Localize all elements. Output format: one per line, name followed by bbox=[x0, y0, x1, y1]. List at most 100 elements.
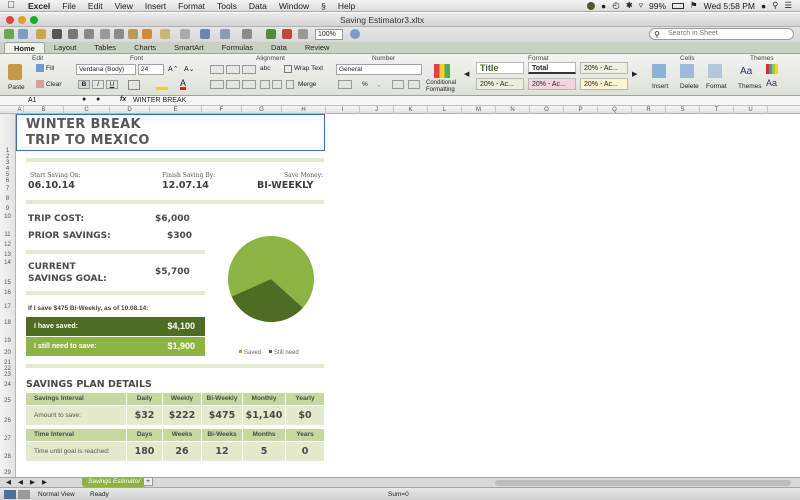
zoom-window-button[interactable] bbox=[30, 16, 38, 24]
row-header[interactable]: 18 bbox=[0, 320, 15, 326]
column-header[interactable]: H bbox=[282, 106, 326, 114]
confirm-formula-icon[interactable]: ● bbox=[96, 96, 100, 103]
outdent-icon[interactable] bbox=[260, 80, 270, 89]
page-layout-view-icon[interactable] bbox=[18, 490, 30, 499]
tab-formulas[interactable]: Formulas bbox=[213, 42, 262, 53]
templates-icon[interactable] bbox=[18, 29, 28, 39]
apple-menu-icon[interactable]:  bbox=[0, 0, 22, 11]
row-header[interactable]: 15 bbox=[0, 280, 15, 286]
align-top-icon[interactable] bbox=[210, 65, 224, 74]
theme-colors-icon[interactable] bbox=[766, 64, 778, 74]
delete-cells-button[interactable]: Delete bbox=[680, 83, 699, 90]
sum-status[interactable]: Sum=0 bbox=[388, 491, 409, 498]
column-header[interactable]: B bbox=[24, 106, 64, 114]
style-accent-2[interactable]: 20% - Ac... bbox=[476, 78, 524, 90]
zoom-select[interactable]: 100% bbox=[315, 29, 343, 40]
fill-button[interactable]: Fill bbox=[46, 65, 54, 72]
currency-icon[interactable] bbox=[338, 80, 352, 89]
battery-icon[interactable] bbox=[672, 2, 685, 9]
menu-help[interactable]: Help bbox=[332, 1, 361, 11]
menu-file[interactable]: File bbox=[56, 1, 82, 11]
time-machine-icon[interactable]: ◴ bbox=[612, 0, 619, 11]
horizontal-scrollbar[interactable] bbox=[495, 480, 791, 486]
notification-icon[interactable]: ● bbox=[601, 1, 606, 11]
row-header[interactable]: 26 bbox=[0, 418, 15, 424]
styles-scroll-left-icon[interactable]: ◀ bbox=[464, 70, 469, 78]
merge-button[interactable]: Merge bbox=[298, 81, 316, 88]
tab-layout[interactable]: Layout bbox=[45, 42, 86, 53]
search-input[interactable]: Search in Sheet bbox=[649, 28, 794, 40]
minimize-window-button[interactable] bbox=[18, 16, 26, 24]
align-left-icon[interactable] bbox=[210, 80, 224, 89]
close-window-button[interactable] bbox=[6, 16, 14, 24]
sheet-tab-savings-estimator[interactable]: Savings Estimator bbox=[82, 478, 147, 487]
row-header[interactable]: 14 bbox=[0, 260, 15, 266]
menu-format[interactable]: Format bbox=[172, 1, 211, 11]
style-accent-1[interactable]: 20% - Ac... bbox=[580, 62, 628, 74]
gallery-icon[interactable] bbox=[266, 29, 276, 39]
save-icon[interactable] bbox=[52, 29, 62, 39]
comma-button[interactable]: , bbox=[378, 81, 380, 88]
column-header[interactable]: U bbox=[734, 106, 768, 114]
help-icon[interactable] bbox=[350, 29, 360, 39]
conditional-formatting-button[interactable]: Conditional Formatting bbox=[426, 80, 462, 94]
tab-home[interactable]: Home bbox=[4, 42, 45, 53]
row-header[interactable]: 10 bbox=[0, 214, 15, 220]
add-sheet-button[interactable]: + bbox=[143, 477, 153, 486]
row-header[interactable]: 19 bbox=[0, 338, 15, 344]
styles-scroll-right-icon[interactable]: ▶ bbox=[632, 70, 637, 78]
redo-icon[interactable] bbox=[180, 29, 190, 39]
underline-button[interactable]: U bbox=[106, 80, 118, 89]
formula-input[interactable]: WINTER BREAK bbox=[133, 96, 186, 105]
row-header[interactable]: 23 bbox=[0, 372, 15, 378]
font-name-select[interactable]: Verdana (Body) bbox=[76, 64, 136, 75]
column-header[interactable]: G bbox=[242, 106, 282, 114]
percent-button[interactable]: % bbox=[362, 81, 368, 88]
grow-font-icon[interactable]: A⌃ bbox=[168, 65, 179, 73]
print-icon[interactable] bbox=[68, 29, 78, 39]
row-header[interactable]: 27 bbox=[0, 436, 15, 442]
fill-color-icon[interactable] bbox=[156, 80, 168, 90]
column-header[interactable]: N bbox=[496, 106, 530, 114]
style-total[interactable]: Total bbox=[528, 62, 576, 74]
filter-icon[interactable] bbox=[242, 29, 252, 39]
orientation-button[interactable]: abc bbox=[260, 65, 270, 72]
themes-button[interactable]: Themes bbox=[738, 83, 761, 90]
row-header[interactable]: 9 bbox=[0, 206, 15, 212]
next-sheet-icon[interactable]: ▶ bbox=[30, 478, 35, 486]
sort-icon[interactable] bbox=[220, 29, 230, 39]
menu-window[interactable]: Window bbox=[273, 1, 315, 11]
number-format-select[interactable]: General bbox=[336, 64, 422, 75]
row-header[interactable]: 24 bbox=[0, 382, 15, 388]
row-header[interactable]: 6 bbox=[0, 178, 15, 184]
normal-view-icon[interactable] bbox=[4, 490, 16, 499]
wifi-icon[interactable]: ▿ bbox=[639, 0, 643, 11]
row-header[interactable]: 17 bbox=[0, 304, 15, 310]
borders-icon[interactable] bbox=[128, 80, 140, 90]
style-accent-3[interactable]: 20% - Ac... bbox=[528, 78, 576, 90]
paste-icon[interactable] bbox=[8, 64, 22, 80]
increase-decimal-icon[interactable] bbox=[392, 80, 404, 89]
cancel-formula-icon[interactable]: ● bbox=[82, 96, 86, 103]
column-header[interactable]: E bbox=[150, 106, 202, 114]
theme-fonts-button[interactable]: Aa bbox=[766, 78, 777, 88]
tab-smartart[interactable]: SmartArt bbox=[165, 42, 213, 53]
clear-button[interactable]: Clear bbox=[46, 81, 62, 88]
last-sheet-icon[interactable]: ▶ bbox=[42, 478, 47, 486]
cut-icon[interactable] bbox=[100, 29, 110, 39]
row-header[interactable]: 25 bbox=[0, 398, 15, 404]
column-header[interactable]: R bbox=[632, 106, 666, 114]
column-header[interactable]: O bbox=[530, 106, 564, 114]
list-icon[interactable]: ☰ bbox=[784, 0, 792, 11]
column-header[interactable]: K bbox=[394, 106, 428, 114]
column-header[interactable]: F bbox=[202, 106, 242, 114]
column-header[interactable]: S bbox=[666, 106, 700, 114]
copy-icon[interactable] bbox=[114, 29, 124, 39]
column-header[interactable]: I bbox=[326, 106, 360, 114]
menu-edit[interactable]: Edit bbox=[82, 1, 109, 11]
menu-data[interactable]: Data bbox=[243, 1, 273, 11]
column-header[interactable]: M bbox=[462, 106, 496, 114]
row-header[interactable]: 8 bbox=[0, 196, 15, 202]
column-header[interactable]: D bbox=[110, 106, 150, 114]
spotlight-icon[interactable]: ⚲ bbox=[772, 0, 778, 11]
